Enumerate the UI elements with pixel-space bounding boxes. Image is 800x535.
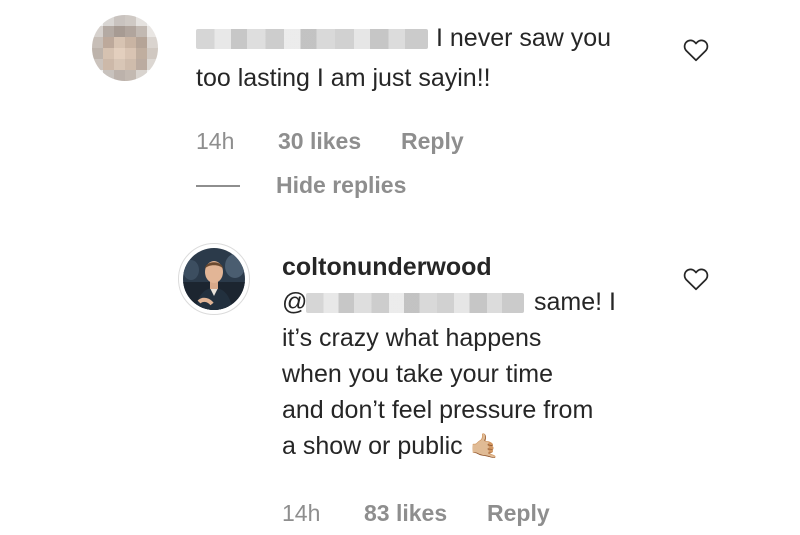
replies-divider — [196, 185, 240, 187]
mention-at: @ — [282, 288, 308, 316]
reply-author-username[interactable]: coltonunderwood — [282, 253, 492, 282]
call-me-hand-emoji: 🤙🏼 — [469, 433, 500, 460]
reply-meta-row: 14h — [282, 500, 320, 527]
mentioned-username-blurred[interactable] — [306, 293, 524, 313]
comment-text-line1: I never saw you — [436, 24, 612, 52]
reply-likes-count[interactable]: 83 likes — [364, 500, 447, 527]
reply-reply-button[interactable]: Reply — [487, 500, 550, 527]
reply-text-line5: a show or public 🤙🏼 — [282, 428, 500, 465]
comment-reply-button[interactable]: Reply — [401, 128, 464, 155]
reply-author-avatar[interactable] — [178, 243, 250, 315]
heart-outline-icon[interactable] — [683, 38, 709, 62]
reply-text-line2: it’s crazy what happens — [282, 324, 542, 352]
comment-timestamp: 14h — [196, 128, 235, 154]
comment-text-line2: too lasting I am just sayin!! — [196, 64, 491, 92]
avatar-photo — [180, 245, 248, 313]
commenter-avatar-blurred[interactable] — [92, 15, 158, 81]
reply-text-line5-text: a show or public — [282, 432, 463, 460]
reply-text-line4: and don’t feel pressure from — [282, 396, 594, 424]
reply-text-line1: same! I — [534, 288, 616, 316]
hide-replies-button[interactable]: Hide replies — [276, 172, 406, 199]
commenter-username-blurred[interactable] — [196, 29, 428, 49]
reply-timestamp: 14h — [282, 500, 321, 526]
heart-outline-icon[interactable] — [683, 267, 709, 291]
comment-meta-row: 14h — [196, 128, 234, 155]
reply-text-line3: when you take your time — [282, 360, 553, 388]
comment-likes-count[interactable]: 30 likes — [278, 128, 361, 155]
